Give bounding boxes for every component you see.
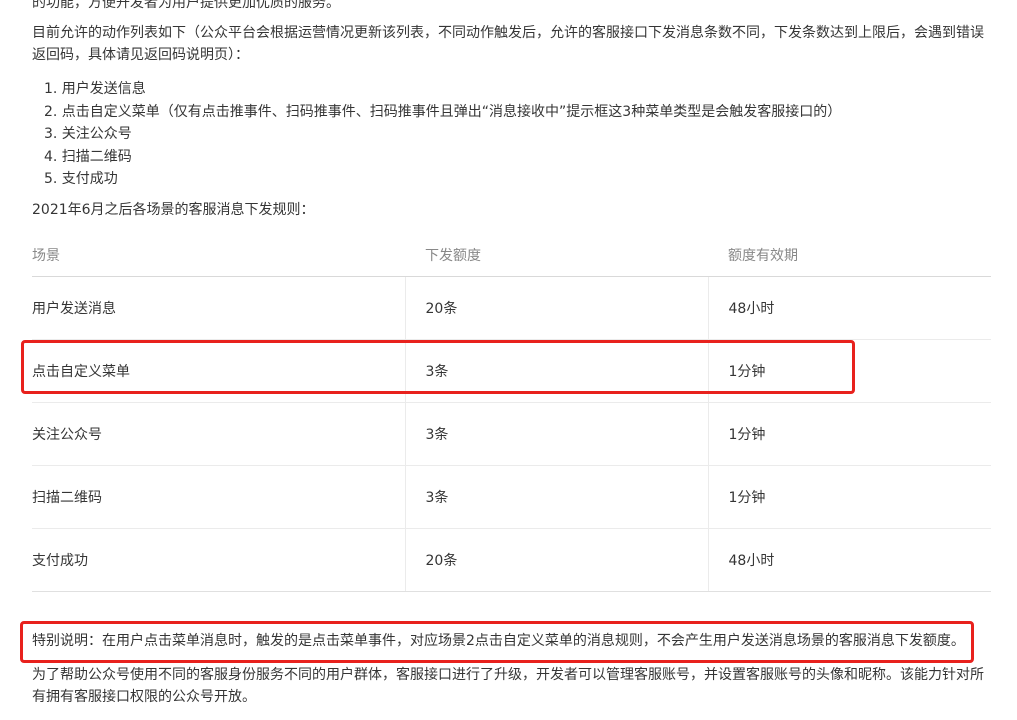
table-cell: 1分钟	[707, 402, 991, 466]
table-cell: 48小时	[707, 528, 991, 592]
table-cell: 3条	[404, 402, 708, 466]
table-cell: 3条	[404, 339, 708, 403]
customer-service-upgrade-text: 为了帮助公众号使用不同的客服身份服务不同的用户群体，客服接口进行了升级，开发者可…	[32, 667, 984, 705]
table-row: 支付成功 20条 48小时	[32, 528, 991, 592]
list-item: 3. 关注公众号	[44, 126, 132, 142]
table-cell: 1分钟	[707, 465, 991, 529]
table-cell: 扫描二维码	[32, 465, 405, 529]
column-header-scene: 场景	[32, 234, 405, 277]
table-cell: 20条	[404, 528, 708, 592]
intro-top-text: 的功能，方便开发者为用户提供更加优质的服务。	[32, 0, 340, 11]
list-item: 1. 用户发送信息	[44, 81, 146, 97]
table-cell: 支付成功	[32, 528, 405, 592]
table-cell: 48小时	[707, 276, 991, 340]
document-page: 的功能，方便开发者为用户提供更加优质的服务。 目前允许的动作列表如下（公众平台会…	[0, 0, 1017, 720]
table-cell: 1分钟	[707, 339, 991, 403]
list-item: 5. 支付成功	[44, 171, 118, 187]
rules-title: 2021年6月之后各场景的客服消息下发规则：	[32, 202, 315, 218]
table-cell: 3条	[404, 465, 708, 529]
table-row: 关注公众号 3条 1分钟	[32, 402, 991, 466]
column-header-quota: 下发额度	[405, 234, 708, 277]
allowed-actions-intro: 目前允许的动作列表如下（公众平台会根据运营情况更新该列表，不同动作触发后，允许的…	[32, 25, 984, 63]
allowed-actions-list: 1. 用户发送信息 2. 点击自定义菜单（仅有点击推事件、扫码推事件、扫码推事件…	[44, 78, 841, 191]
table-cell: 点击自定义菜单	[32, 339, 405, 403]
list-item: 4. 扫描二维码	[44, 148, 132, 165]
table-cell: 用户发送消息	[32, 276, 405, 340]
table-row: 扫描二维码 3条 1分钟	[32, 465, 991, 529]
table-cell: 关注公众号	[32, 402, 405, 466]
table-header-row: 场景 下发额度 额度有效期	[32, 234, 991, 277]
list-item: 2. 点击自定义菜单（仅有点击推事件、扫码推事件、扫码推事件且弹出“消息接收中”…	[44, 103, 842, 120]
table-row: 用户发送消息 20条 48小时	[32, 276, 991, 340]
table-row: 点击自定义菜单 3条 1分钟	[32, 339, 991, 403]
special-note: 特别说明：在用户点击菜单消息时，触发的是点击菜单事件，对应场景2点击自定义菜单的…	[32, 633, 965, 649]
rules-table: 场景 下发额度 额度有效期 用户发送消息 20条 48小时 点击自定义菜单 3条…	[32, 234, 991, 592]
table-cell: 20条	[404, 276, 708, 340]
column-header-validity: 额度有效期	[708, 234, 991, 277]
